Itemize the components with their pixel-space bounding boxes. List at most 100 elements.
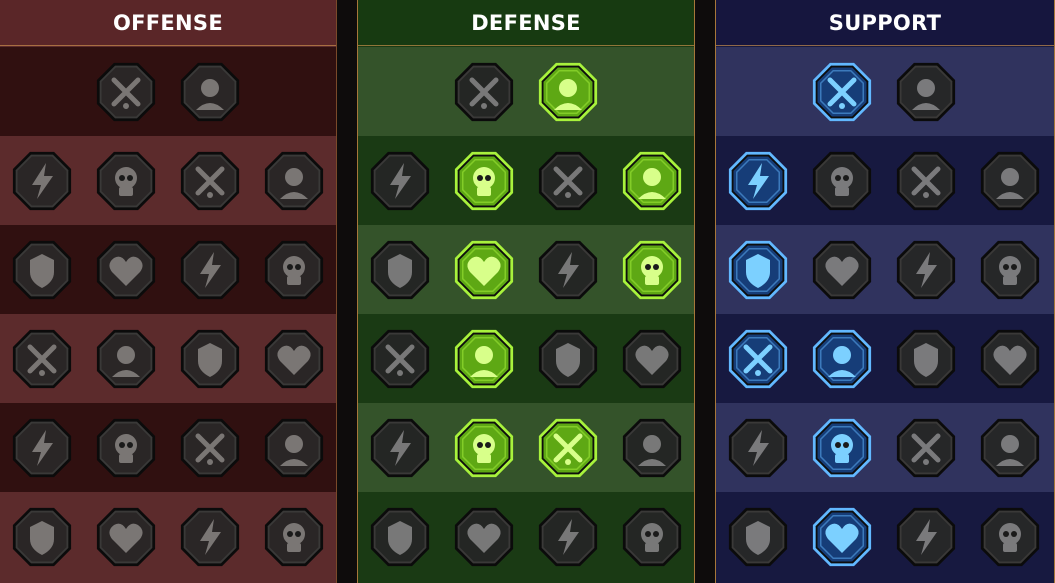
defense-talent-node[interactable] [620,416,684,480]
defense-talent-node[interactable] [452,60,516,124]
offense-talent-node[interactable] [178,238,242,302]
support-tier-row [716,136,1054,225]
flaming-skull-icon [911,166,941,198]
knight-helmet-icon [109,523,143,553]
defense-talent-node[interactable] [368,505,432,569]
offense-talent-node[interactable] [94,505,158,569]
offense-talent-node[interactable] [262,238,326,302]
fist-hammer-icon [112,345,140,377]
bull-head-icon [635,345,669,375]
support-talent-node[interactable] [726,327,790,391]
offense-talent-node[interactable] [262,416,326,480]
offense-talent-node[interactable] [10,327,74,391]
defense-talent-node[interactable] [620,238,684,302]
lightning-chain-icon [277,345,311,375]
offense-talent-node[interactable] [178,149,242,213]
defense-talent-node[interactable] [536,327,600,391]
support-talent-node[interactable] [978,149,1042,213]
offense-tier-row [0,136,336,225]
support-talent-node[interactable] [894,149,958,213]
support-talent-node[interactable] [726,416,790,480]
offense-talent-node[interactable] [94,327,158,391]
support-talent-node[interactable] [810,505,874,569]
offense-talent-node[interactable] [262,505,326,569]
melting-sword-icon [27,344,57,376]
offense-talent-node[interactable] [10,505,74,569]
offense-tier-row [0,225,336,314]
offense-talent-node[interactable] [94,149,158,213]
support-talent-node[interactable] [978,505,1042,569]
offense-tier-row [0,47,336,136]
offense-talent-node[interactable] [178,505,242,569]
support-talent-node[interactable] [810,327,874,391]
support-talent-node[interactable] [978,238,1042,302]
layered-shield-icon [390,162,411,199]
dodging-figure-icon [388,253,412,288]
defense-talent-node[interactable] [452,149,516,213]
support-header: SUPPORT [716,0,1054,46]
defense-talent-node[interactable] [536,60,600,124]
support-talent-node[interactable] [894,238,958,302]
poison-flask-icon [746,520,770,555]
support-tier-row [716,403,1054,492]
offense-talent-node[interactable] [262,149,326,213]
defense-talent-node[interactable] [452,327,516,391]
heart-skull-icon [558,251,579,288]
support-talent-node[interactable] [726,505,790,569]
defense-talent-node[interactable] [452,238,516,302]
support-talent-node[interactable] [978,416,1042,480]
offense-talent-node[interactable] [262,327,326,391]
defense-talent-node[interactable] [452,416,516,480]
green-flames-icon [473,433,495,463]
defense-talent-node[interactable] [536,505,600,569]
offense-talent-node[interactable] [178,327,242,391]
brick-wall-icon [469,77,499,109]
support-talent-node[interactable] [726,149,790,213]
support-talent-node[interactable] [894,327,958,391]
spiky-warrior-icon [388,520,412,555]
dome-shield-icon [831,166,853,196]
spiral-hand-icon [912,78,940,110]
defense-talent-node[interactable] [536,149,600,213]
support-talent-node[interactable] [810,149,874,213]
support-talent-node[interactable] [978,327,1042,391]
support-talent-node[interactable] [726,238,790,302]
support-talent-node[interactable] [894,60,958,124]
offense-header: OFFENSE [0,0,336,46]
defense-talent-node[interactable] [536,238,600,302]
support-talent-node[interactable] [894,416,958,480]
offense-talent-node[interactable] [10,416,74,480]
sword-slash-icon [115,166,137,196]
speed-runner-icon [390,429,411,466]
swoosh-hand-icon [638,434,666,466]
eagle-icon [999,522,1021,552]
support-tier-row [716,47,1054,136]
support-talent-node[interactable] [894,505,958,569]
heart-plus-icon [827,77,857,109]
offense-talent-node[interactable] [178,416,242,480]
support-talent-node[interactable] [810,416,874,480]
offense-talent-node[interactable] [94,60,158,124]
offense-panel: OFFENSE [0,0,337,583]
offense-tier-row [0,492,336,581]
offense-talent-node[interactable] [94,416,158,480]
defense-talent-node[interactable] [368,416,432,480]
piercing-shield-icon [195,166,225,198]
defense-talent-node[interactable] [368,238,432,302]
offense-talent-node[interactable] [94,238,158,302]
defense-talent-node[interactable] [368,149,432,213]
defense-talent-node[interactable] [620,327,684,391]
defense-talent-node[interactable] [620,505,684,569]
defense-talent-node[interactable] [368,327,432,391]
offense-talent-node[interactable] [10,149,74,213]
defense-talent-node[interactable] [452,505,516,569]
sword-circle-icon [195,433,225,465]
offense-talent-node[interactable] [10,238,74,302]
defense-tier-row [358,403,694,492]
defense-talent-node[interactable] [620,149,684,213]
support-talent-node[interactable] [810,60,874,124]
offense-talent-node[interactable] [178,60,242,124]
support-talent-node[interactable] [810,238,874,302]
defense-talent-node[interactable] [536,416,600,480]
support-tier-row [716,492,1054,581]
